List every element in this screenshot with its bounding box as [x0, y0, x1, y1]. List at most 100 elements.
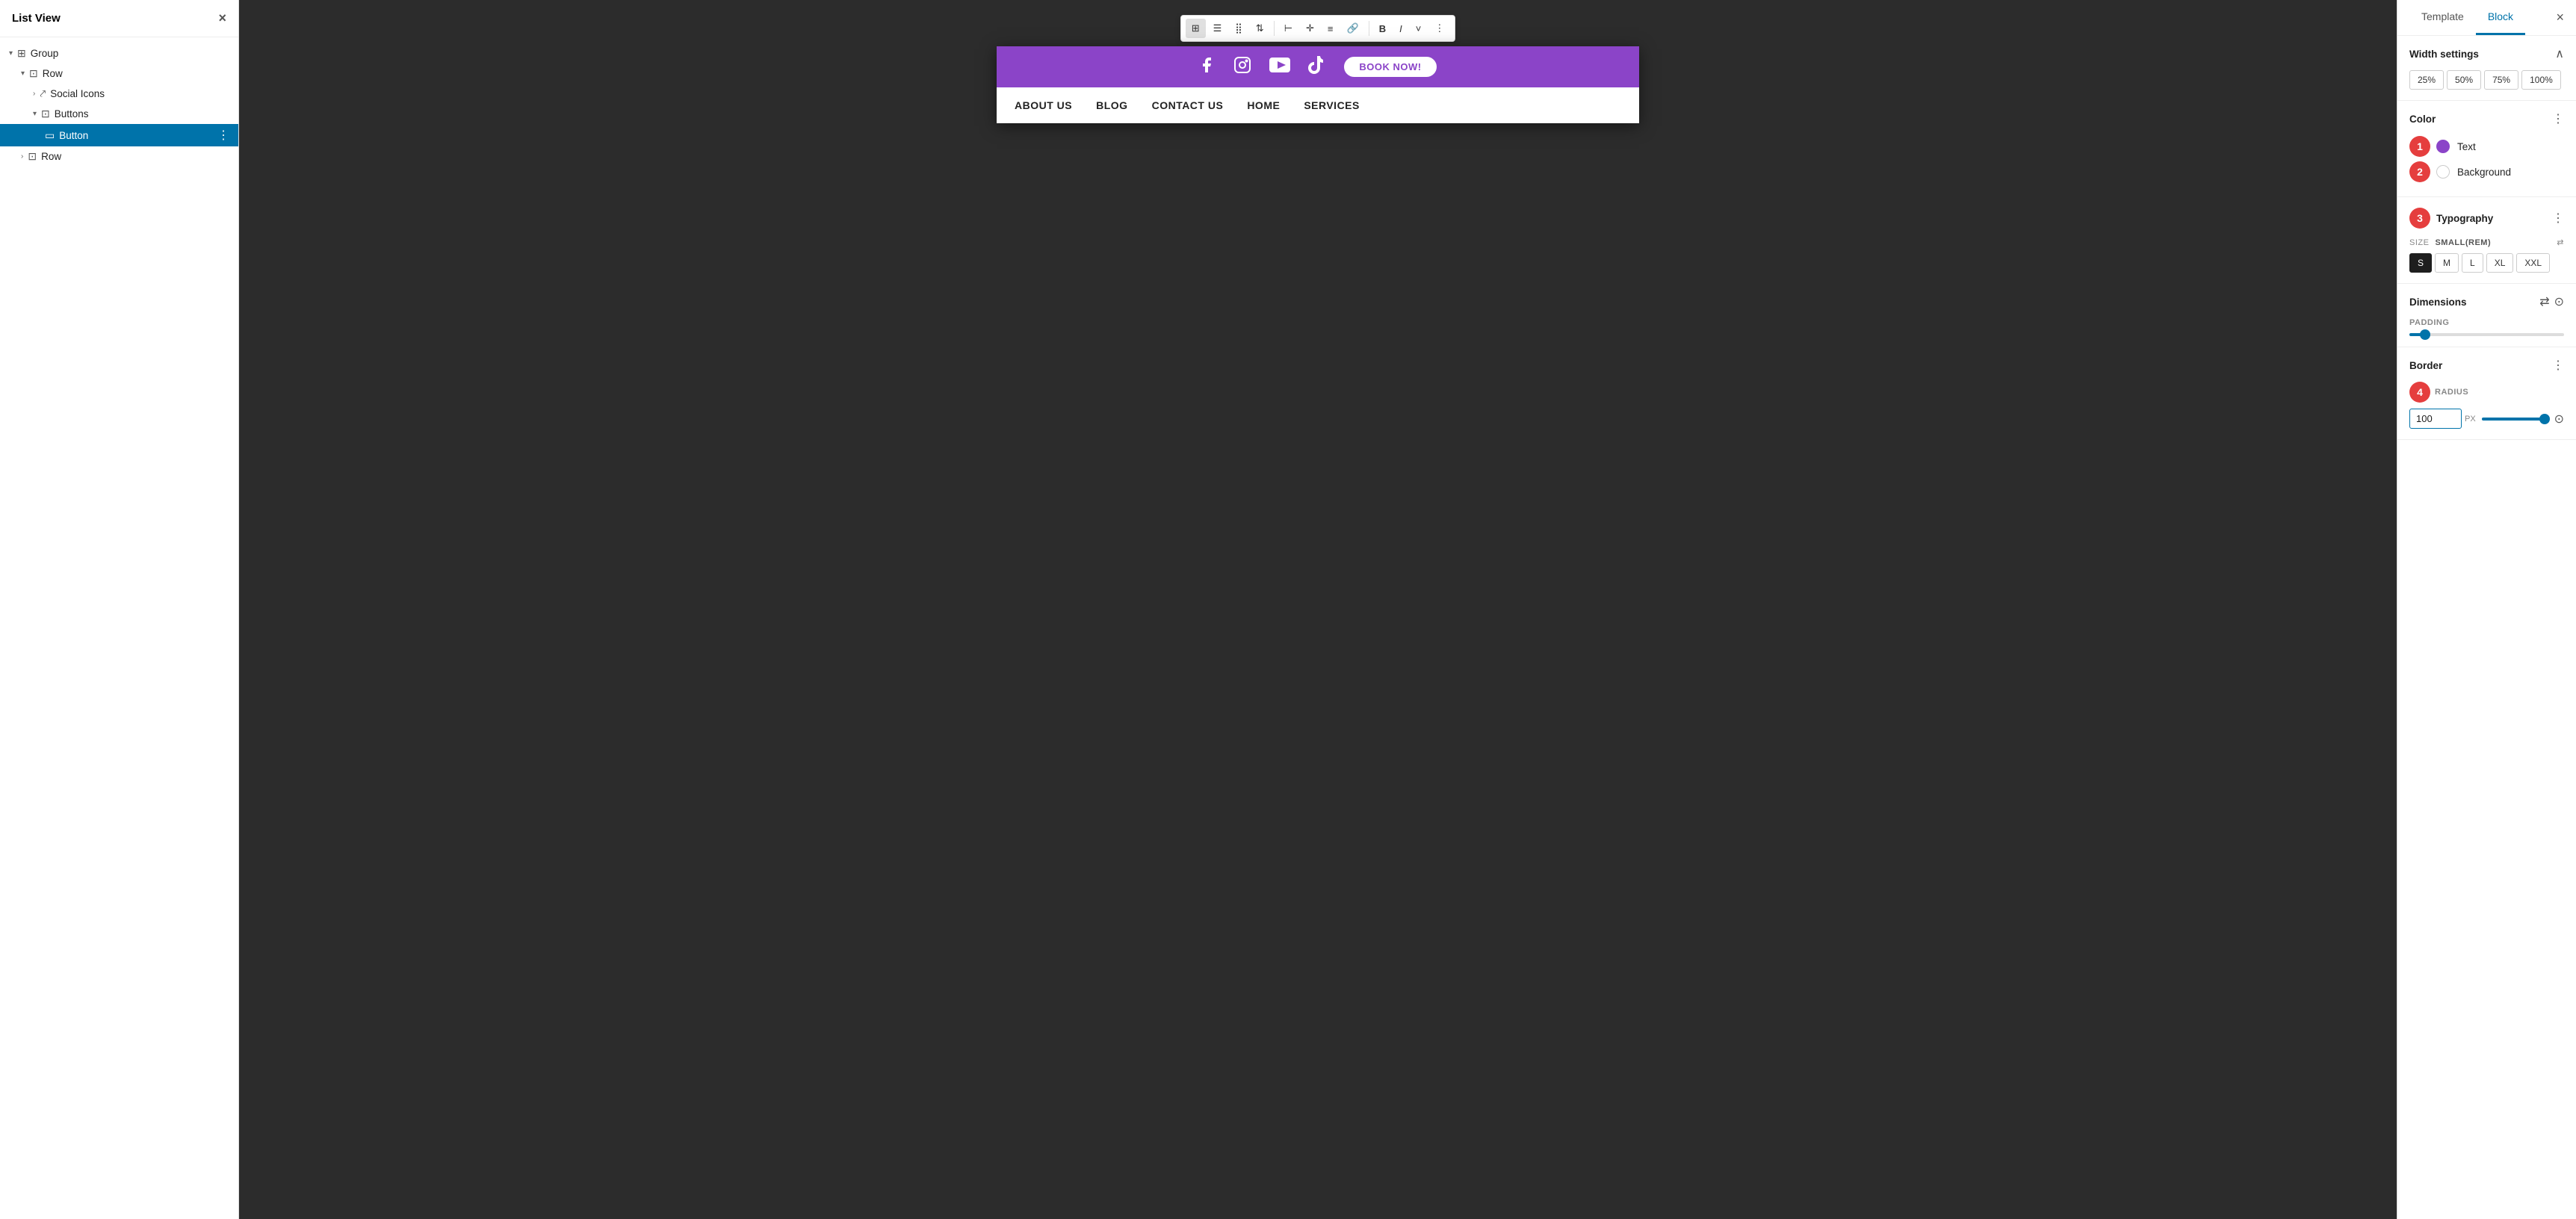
nav-bar: ABOUT US BLOG CONTACT US HOME SERVICES [997, 87, 1639, 123]
width-25-button[interactable]: 25% [2409, 70, 2444, 90]
nav-item-contact-us[interactable]: CONTACT US [1152, 99, 1224, 111]
toolbar-separator [1274, 21, 1275, 36]
tree-item-label: Social Icons [50, 88, 105, 99]
size-xxl-button[interactable]: XXL [2516, 253, 2550, 273]
align-justify-button[interactable]: ≡ [1322, 19, 1340, 38]
move-updown-button[interactable]: ⇅ [1250, 19, 1270, 38]
chevron-down-icon: ▾ [9, 49, 13, 58]
tree-item-social-icons[interactable]: › ⤤ Social Icons [0, 84, 238, 104]
nav-item-home[interactable]: HOME [1247, 99, 1280, 111]
padding-slider-thumb[interactable] [2420, 329, 2430, 340]
size-m-button[interactable]: M [2435, 253, 2459, 273]
collapse-icon[interactable]: ∧ [2555, 46, 2564, 61]
row-icon: ⊡ [28, 150, 37, 163]
typography-title: Typography [2436, 213, 2493, 224]
width-100-button[interactable]: 100% [2521, 70, 2561, 90]
size-l-button[interactable]: L [2462, 253, 2483, 273]
padding-slider-track[interactable] [2409, 333, 2564, 336]
radius-row: PX ⊙ [2409, 409, 2564, 429]
more-options-button[interactable]: ⋮ [1428, 19, 1450, 38]
color-background-label: Background [2457, 167, 2511, 178]
dimensions-link-icon[interactable]: ⊙ [2554, 294, 2564, 309]
tree-item-row2[interactable]: › ⊡ Row [0, 146, 238, 167]
tree-item-label: Group [31, 48, 59, 59]
instagram-icon[interactable] [1233, 56, 1251, 78]
width-settings-title: Width settings [2409, 49, 2479, 60]
size-buttons: S M L XL XXL [2409, 253, 2564, 273]
chevron-right-icon: › [33, 90, 35, 98]
nav-item-services[interactable]: SERVICES [1304, 99, 1360, 111]
radius-slider-track[interactable] [2482, 418, 2548, 421]
tab-template[interactable]: Template [2409, 0, 2476, 35]
drag-handle-button[interactable]: ⣿ [1229, 19, 1248, 38]
youtube-icon[interactable] [1269, 58, 1290, 77]
tree-item-button[interactable]: ▭ Button ⋮ [0, 124, 238, 146]
size-name: SMALL(REM) [2435, 238, 2491, 247]
block-toolbar: ⊞ ☰ ⣿ ⇅ ⊢ ✛ ≡ 🔗 B I ˅ ⋮ [1180, 15, 1456, 42]
tree-item-buttons[interactable]: ▾ ⊡ Buttons [0, 104, 238, 124]
align-center-button[interactable]: ✛ [1300, 19, 1320, 38]
link-button[interactable]: 🔗 [1341, 19, 1365, 38]
group-icon: ⊞ [17, 47, 26, 60]
block-icon-button[interactable]: ⊞ [1186, 19, 1206, 38]
buttons-icon: ⊡ [41, 108, 50, 120]
bold-button[interactable]: B [1373, 19, 1392, 38]
color-row-background: 2 Background [2409, 161, 2564, 183]
size-xl-button[interactable]: XL [2486, 253, 2514, 273]
width-75-button[interactable]: 75% [2484, 70, 2518, 90]
size-label: SIZE SMALL(REM) ⇄ [2409, 238, 2564, 247]
tab-block[interactable]: Block [2476, 0, 2525, 35]
right-panel-header: Template Block × [2397, 0, 2576, 36]
italic-button[interactable]: I [1393, 19, 1408, 38]
align-left-button[interactable]: ⊢ [1278, 19, 1298, 38]
tree-item-label: Buttons [55, 108, 89, 120]
badge-4: 4 [2409, 382, 2430, 403]
color-more-icon[interactable]: ⋮ [2552, 111, 2564, 126]
width-buttons: 25% 50% 75% 100% [2409, 70, 2564, 90]
radius-slider-thumb[interactable] [2539, 414, 2550, 424]
section-header-dimensions: Dimensions ⇄ ⊙ [2409, 294, 2564, 309]
size-s-button[interactable]: S [2409, 253, 2432, 273]
chevron-down-icon: ▾ [21, 69, 25, 78]
dimensions-title: Dimensions [2409, 297, 2467, 308]
tree-item-more-icon[interactable]: ⋮ [217, 128, 229, 143]
list-view-title: List View [12, 12, 61, 25]
more-options-chevron[interactable]: ˅ [1410, 19, 1428, 38]
typography-more-icon[interactable]: ⋮ [2552, 211, 2564, 226]
nav-item-about-us[interactable]: ABOUT US [1015, 99, 1072, 111]
tree-item-group[interactable]: ▾ ⊞ Group [0, 43, 238, 63]
left-panel-header: List View × [0, 0, 238, 37]
social-bar: BOOK NOW! [997, 46, 1639, 87]
color-text-label: Text [2457, 141, 2476, 152]
left-panel: List View × ▾ ⊞ Group ▾ ⊡ Row › ⤤ Social… [0, 0, 239, 1219]
padding-slider-row [2409, 333, 2564, 336]
align-icon-button[interactable]: ☰ [1207, 19, 1228, 38]
panel-close-icon[interactable]: × [2556, 10, 2564, 25]
color-swatch-purple [2436, 140, 2450, 153]
width-50-button[interactable]: 50% [2447, 70, 2481, 90]
tree-item-label: Row [41, 151, 61, 162]
dimensions-section: Dimensions ⇄ ⊙ PADDING [2397, 284, 2576, 347]
dimensions-settings-icon[interactable]: ⇄ [2539, 294, 2549, 309]
section-header-color: Color ⋮ [2409, 111, 2564, 126]
radius-slider-fill [2482, 418, 2545, 421]
tiktok-icon[interactable] [1308, 56, 1325, 78]
px-label: PX [2465, 415, 2476, 424]
border-more-icon[interactable]: ⋮ [2552, 358, 2564, 373]
section-header-border: Border ⋮ [2409, 358, 2564, 373]
color-title: Color [2409, 114, 2436, 125]
tree-item-row1[interactable]: ▾ ⊡ Row [0, 63, 238, 84]
badge-3: 3 [2409, 208, 2430, 229]
width-settings-section: Width settings ∧ 25% 50% 75% 100% [2397, 36, 2576, 101]
radius-link-icon[interactable]: ⊙ [2554, 412, 2564, 427]
nav-item-blog[interactable]: BLOG [1096, 99, 1127, 111]
size-settings-icon[interactable]: ⇄ [2557, 238, 2564, 247]
color-option-text[interactable]: Text [2436, 135, 2476, 158]
list-view-close-icon[interactable]: × [218, 10, 226, 26]
typography-section: 3 Typography ⋮ SIZE SMALL(REM) ⇄ S M L X… [2397, 197, 2576, 284]
social-icons-icon: ⤤ [40, 87, 46, 100]
book-now-button[interactable]: BOOK NOW! [1343, 55, 1437, 78]
radius-input[interactable] [2409, 409, 2462, 429]
facebook-icon[interactable] [1198, 56, 1216, 78]
color-option-background[interactable]: Background [2436, 161, 2511, 183]
